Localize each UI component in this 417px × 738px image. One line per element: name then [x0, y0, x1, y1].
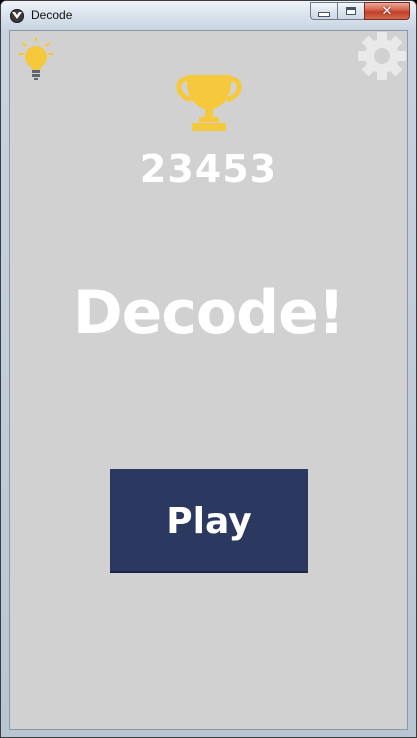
game-screen: 23453 Decode! Play	[9, 30, 408, 730]
window-controls: ✕	[310, 2, 410, 21]
play-button[interactable]: Play	[110, 469, 308, 573]
gear-icon[interactable]	[357, 31, 407, 81]
high-score: 23453	[139, 147, 278, 191]
window-title: Decode	[31, 8, 73, 22]
maximize-button[interactable]	[337, 2, 364, 20]
minimize-icon	[319, 13, 329, 16]
maximize-icon	[346, 7, 356, 15]
app-window: Decode ✕ 23453 Decode! Play	[0, 0, 417, 738]
game-title: Decode!	[72, 278, 345, 348]
lightbulb-icon[interactable]	[16, 37, 56, 83]
title-bar[interactable]: Decode ✕	[1, 1, 416, 30]
trophy-icon	[173, 73, 245, 133]
minimize-button[interactable]	[310, 2, 337, 20]
close-icon: ✕	[381, 4, 393, 19]
app-logo-icon	[10, 9, 24, 23]
play-button-label: Play	[166, 501, 252, 542]
close-button[interactable]: ✕	[364, 2, 410, 20]
